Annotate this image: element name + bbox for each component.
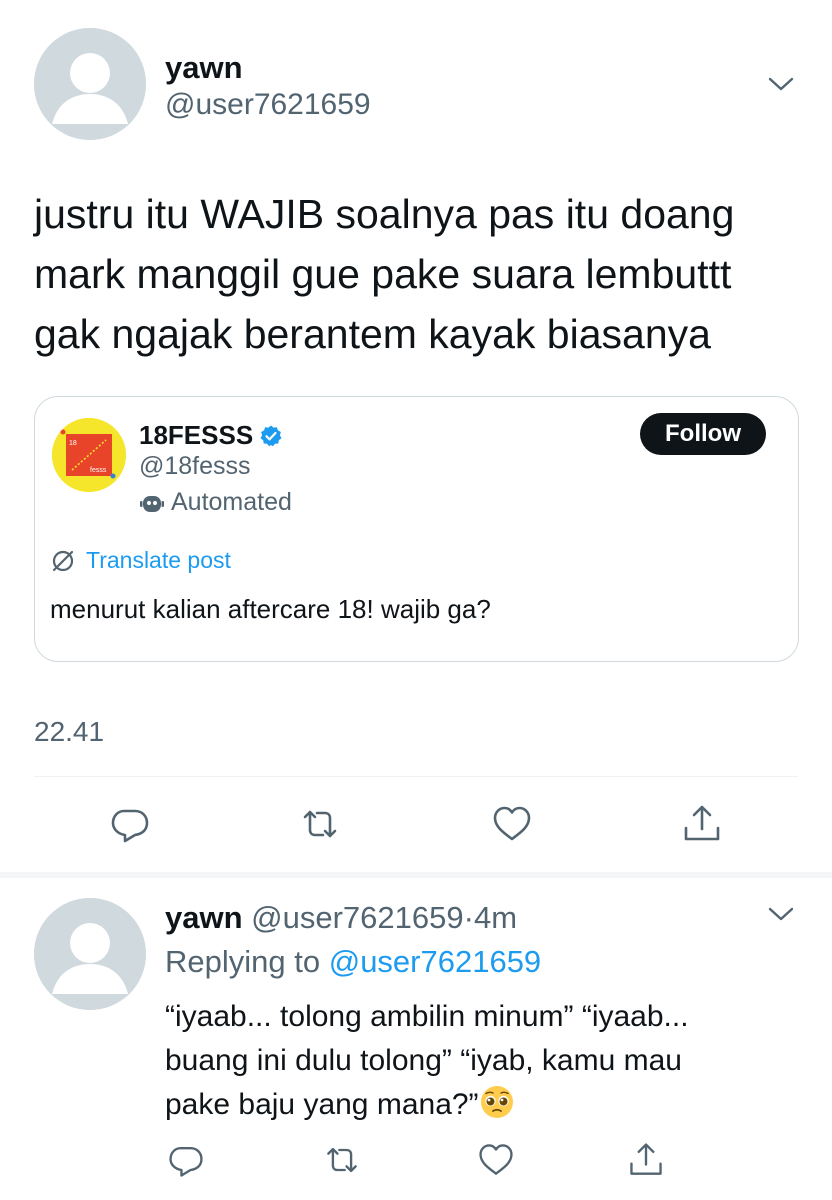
- reply-text-line: “iyaab... tolong ambilin minum” “iyaab..…: [165, 1000, 689, 1033]
- pleading-face-icon: [479, 1084, 515, 1120]
- replying-to: Replying to @user7621659: [165, 944, 541, 980]
- like-icon: [493, 806, 531, 841]
- reply-icon: [111, 809, 149, 843]
- automated-text: Automated: [171, 488, 292, 516]
- like-button[interactable]: [466, 1130, 526, 1190]
- retweet-button[interactable]: [290, 794, 350, 854]
- reply-button[interactable]: [156, 1130, 216, 1190]
- quoted-author[interactable]: 18FESSS: [139, 420, 283, 451]
- chevron-down-icon[interactable]: [766, 74, 796, 96]
- reply-author-name[interactable]: yawn: [165, 900, 243, 935]
- share-icon: [630, 1143, 662, 1175]
- tweet-text-line: mark manggil gue pake suara lembuttt: [34, 251, 732, 297]
- tweet-timestamp[interactable]: 22.41: [34, 716, 104, 748]
- quoted-author-handle[interactable]: @18fesss: [139, 452, 251, 481]
- quoted-avatar[interactable]: 18 fesss: [52, 418, 126, 492]
- divider: [34, 776, 798, 777]
- author-name[interactable]: yawn: [165, 50, 243, 86]
- separator-dot: ·: [463, 900, 474, 935]
- automated-label: Automated: [139, 488, 292, 517]
- reply-text-line: pake baju yang mana?”: [165, 1088, 479, 1121]
- tweet-text-line: justru itu WAJIB soalnya pas itu doang: [34, 191, 735, 237]
- avatar[interactable]: [34, 898, 146, 1010]
- reply-button[interactable]: [100, 794, 160, 854]
- share-button[interactable]: [672, 794, 732, 854]
- reply-text-line-last: pake baju yang mana?”: [165, 1083, 805, 1127]
- avatar-text-top: 18: [69, 440, 77, 447]
- quoted-author-name[interactable]: 18FESSS: [139, 420, 253, 451]
- share-icon: [684, 805, 720, 841]
- like-icon: [479, 1144, 513, 1175]
- verified-badge-icon: [259, 424, 283, 448]
- avatar-text-bottom: fesss: [90, 467, 107, 474]
- tweet-text: justru itu WAJIB soalnya pas itu doang m…: [34, 184, 814, 364]
- translate-text[interactable]: Translate post: [86, 547, 231, 574]
- translate-icon: [50, 548, 76, 574]
- retweet-button[interactable]: [312, 1130, 372, 1190]
- reply-author-handle[interactable]: @user7621659: [251, 900, 463, 935]
- reply-time[interactable]: 4m: [474, 900, 517, 935]
- reply-text: “iyaab... tolong ambilin minum” “iyaab..…: [165, 995, 805, 1127]
- translate-post-link[interactable]: Translate post: [50, 547, 231, 574]
- tweet-text-line: gak ngajak berantem kayak biasanya: [34, 311, 711, 357]
- chevron-down-icon[interactable]: [766, 904, 796, 926]
- reply-icon: [169, 1147, 203, 1177]
- share-button[interactable]: [616, 1130, 676, 1190]
- replying-to-link[interactable]: @user7621659: [329, 944, 541, 979]
- retweet-icon: [327, 1147, 357, 1173]
- robot-icon: [139, 490, 165, 516]
- like-button[interactable]: [482, 794, 542, 854]
- retweet-icon: [303, 810, 337, 838]
- section-divider: [0, 872, 832, 878]
- avatar[interactable]: [34, 28, 146, 140]
- quoted-post-text: menurut kalian aftercare 18! wajib ga?: [50, 594, 491, 624]
- follow-button[interactable]: Follow: [640, 413, 766, 455]
- reply-text-line: buang ini dulu tolong” “iyab, kamu mau: [165, 1044, 682, 1077]
- replying-prefix: Replying to: [165, 944, 321, 979]
- reply-header: yawn @user7621659·4m: [165, 900, 517, 936]
- author-handle[interactable]: @user7621659: [165, 88, 371, 122]
